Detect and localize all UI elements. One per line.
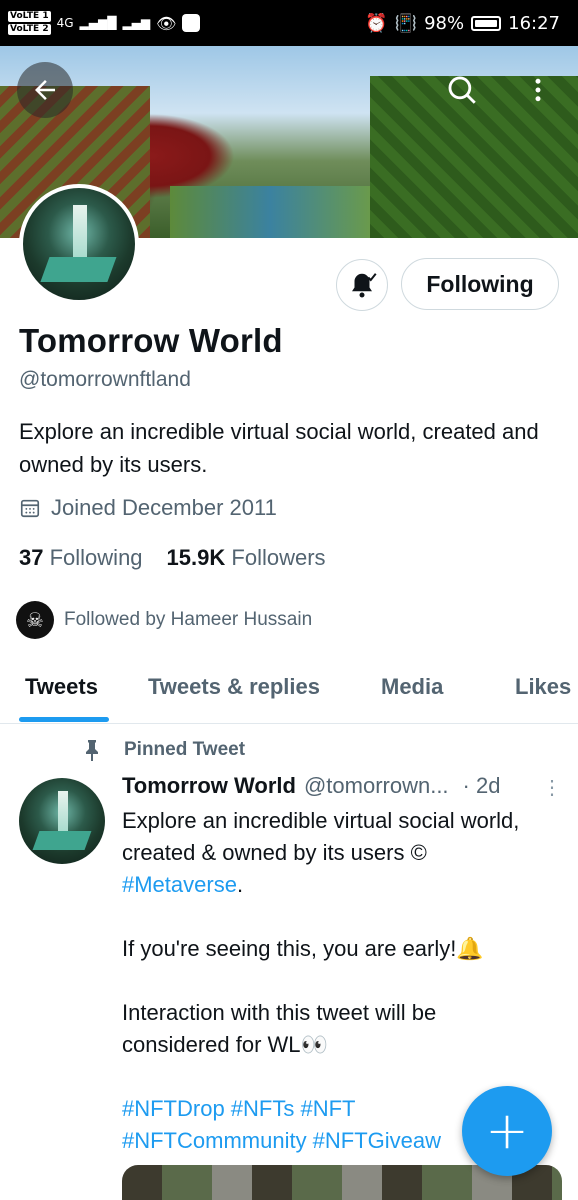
signal-icon: ▂▄▆█ (79, 16, 117, 30)
hashtag-link[interactable]: #Metaverse (122, 872, 237, 897)
tweet-author-avatar[interactable] (19, 778, 105, 864)
compose-plus-icon: + (485, 1101, 529, 1161)
clock: 16:27 (508, 12, 560, 34)
eye-icon: 👁 (156, 13, 177, 33)
tweet-line: Interaction with this tweet will be (122, 1000, 437, 1025)
tweet-line: If you're seeing this, you are early!🔔 (122, 936, 484, 961)
more-vertical-icon (535, 78, 541, 102)
volte-badge-1: VoLTE 1 (8, 11, 51, 22)
alarm-icon: ⏰ (365, 12, 388, 34)
tweet-header: Tomorrow World @tomorrown... · 2d ⋮ (122, 773, 562, 799)
tab-media[interactable]: Media (381, 674, 443, 700)
tweet-line: considered for WL👀 (122, 1032, 328, 1057)
notifications-button[interactable] (336, 259, 388, 311)
tweet-author-handle[interactable]: @tomorrown... (304, 773, 449, 799)
battery-icon (471, 15, 502, 31)
followed-by[interactable]: ☠ Followed by Hameer Hussain (16, 601, 312, 639)
notification-icon (182, 14, 201, 32)
volte-badge-2: VoLTE 2 (8, 24, 51, 35)
tweet-line: created & owned by its users © (122, 840, 427, 865)
tab-tweets[interactable]: Tweets (25, 674, 98, 700)
follow-stats: 37 Following 15.9K Followers (19, 545, 326, 571)
profile-screen: VoLTE 1 VoLTE 2 4G ▂▄▆█ ▂▄▆ 👁 ⏰ 📳 98% 16… (0, 0, 578, 1200)
tweet-time: · 2d (462, 773, 501, 798)
search-button[interactable] (434, 62, 490, 118)
pinned-label: Pinned Tweet (82, 739, 245, 761)
joined-text: Joined December 2011 (51, 495, 277, 520)
tab-likes[interactable]: Likes (515, 674, 571, 700)
followed-by-text: Followed by Hameer Hussain (64, 609, 313, 630)
compose-tweet-button[interactable]: + (462, 1086, 552, 1176)
calendar-icon (20, 499, 40, 518)
signal-icon-2: ▂▄▆ (122, 16, 151, 30)
search-icon (448, 76, 476, 104)
profile-name: Tomorrow World (19, 322, 283, 359)
followers-stat[interactable]: 15.9K Followers (167, 545, 326, 571)
network-type: 4G (56, 16, 74, 30)
tweet-more-icon[interactable]: ⋮ (542, 775, 562, 800)
pin-icon (86, 740, 98, 761)
vibrate-icon: 📳 (394, 12, 418, 34)
tab-tweets-replies[interactable]: Tweets & replies (148, 674, 320, 700)
bell-icon (352, 273, 377, 298)
follower-avatar: ☠ (16, 601, 54, 639)
tweet-line: Explore an incredible virtual social wor… (122, 808, 520, 833)
status-bar: VoLTE 1 VoLTE 2 4G ▂▄▆█ ▂▄▆ 👁 ⏰ 📳 98% 16… (0, 0, 578, 46)
tweet-author-name[interactable]: Tomorrow World (122, 773, 296, 799)
following-button[interactable]: Following (401, 258, 559, 310)
following-stat[interactable]: 37 Following (19, 545, 143, 571)
active-tab-indicator (19, 717, 109, 722)
profile-avatar[interactable] (19, 184, 139, 304)
profile-handle: @tomorrownftland (19, 368, 191, 391)
profile-tabs: Tweets Tweets & replies Media Likes (0, 660, 578, 724)
back-arrow-icon (35, 80, 55, 100)
profile-bio: Explore an incredible virtual social wor… (19, 419, 539, 477)
joined-date: Joined December 2011 (19, 495, 277, 521)
back-button[interactable] (17, 62, 73, 118)
more-options-button[interactable] (510, 62, 566, 118)
pinned-text: Pinned Tweet (124, 739, 246, 760)
battery-percent: 98% (424, 12, 465, 34)
